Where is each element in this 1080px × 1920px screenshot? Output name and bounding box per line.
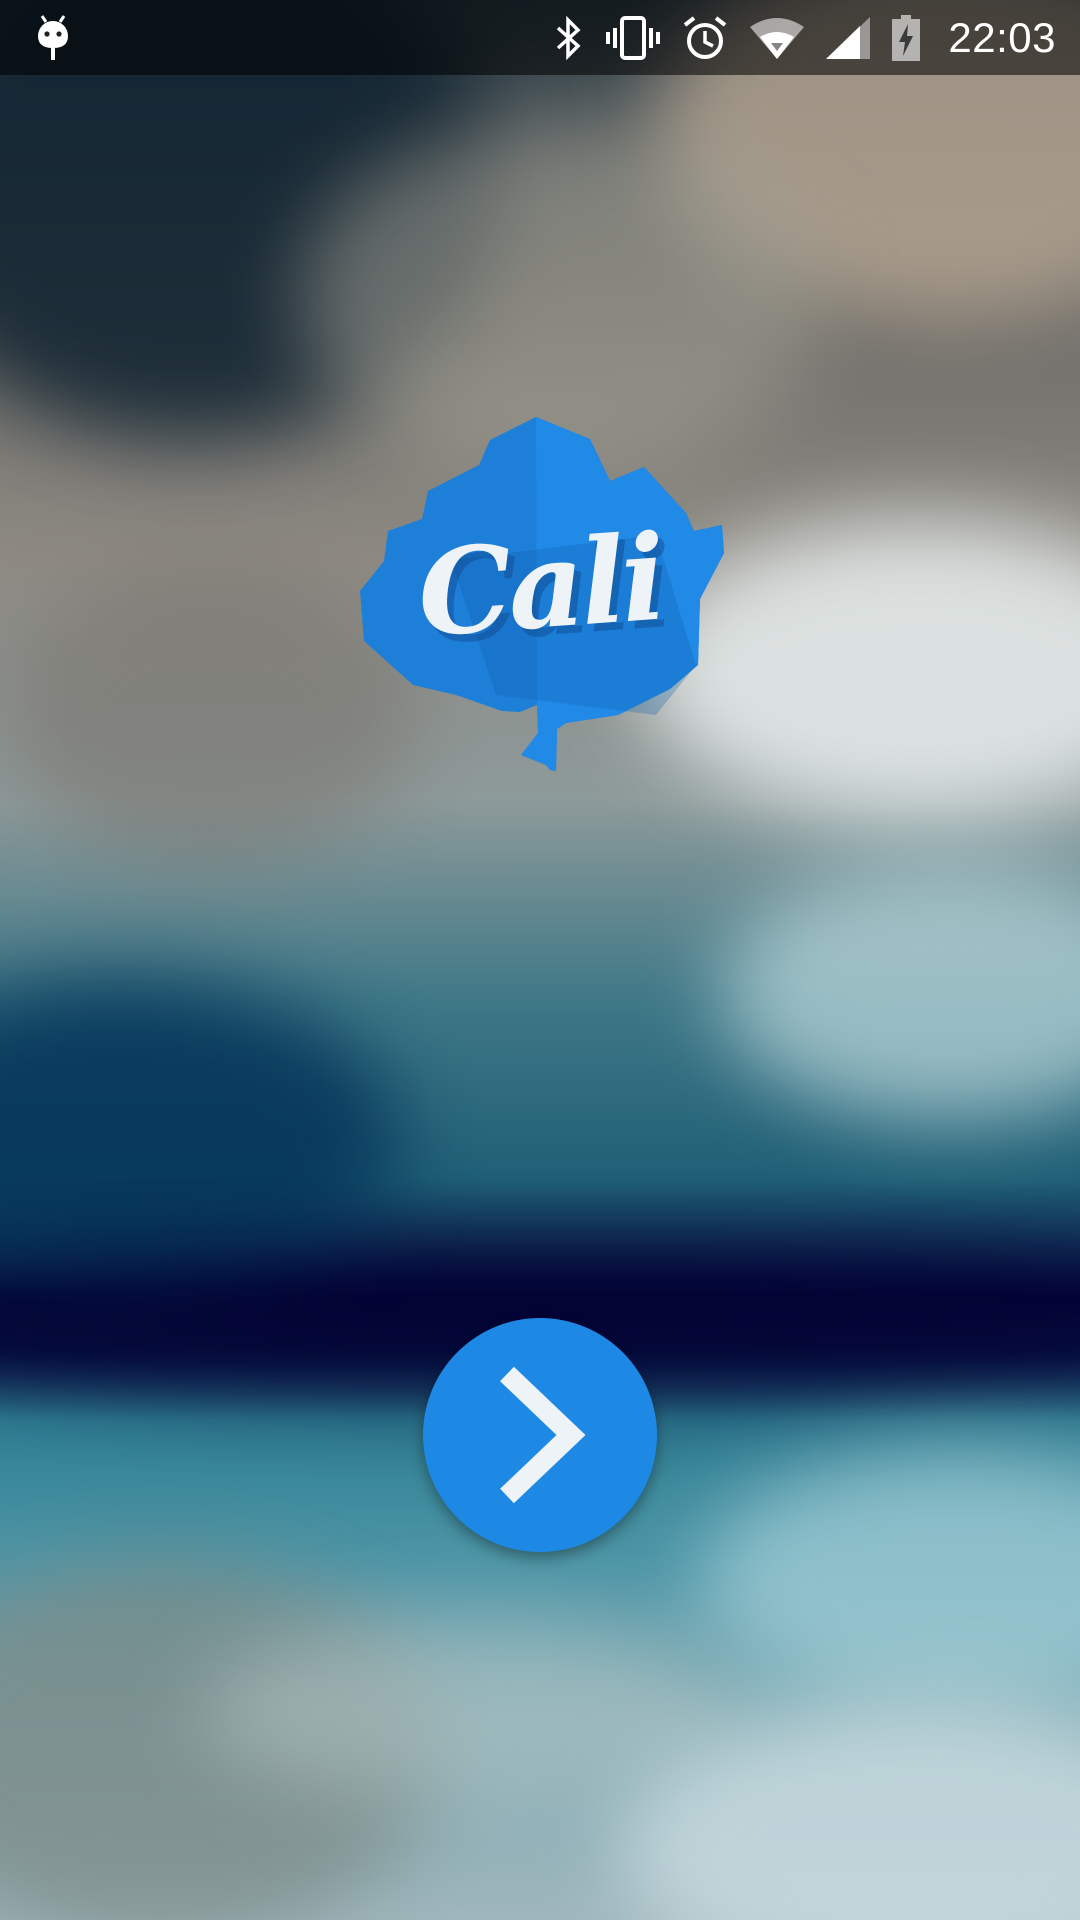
battery-charging-icon	[892, 14, 921, 61]
next-button[interactable]	[423, 1318, 657, 1552]
status-time: 22:03	[948, 13, 1056, 61]
background-image	[0, 0, 1080, 1920]
bluetooth-icon	[557, 15, 581, 60]
alarm-icon	[684, 15, 727, 59]
logo-text: Cali	[413, 507, 667, 663]
vibrate-icon	[606, 15, 661, 60]
cell-signal-icon	[826, 16, 871, 59]
android-notification-icon	[38, 15, 68, 60]
chevron-right-icon	[500, 1366, 586, 1504]
status-bar: 22:03	[0, 0, 1080, 75]
wifi-icon	[750, 17, 805, 59]
welcome-screen: 22:03 Cali	[0, 0, 1080, 1920]
